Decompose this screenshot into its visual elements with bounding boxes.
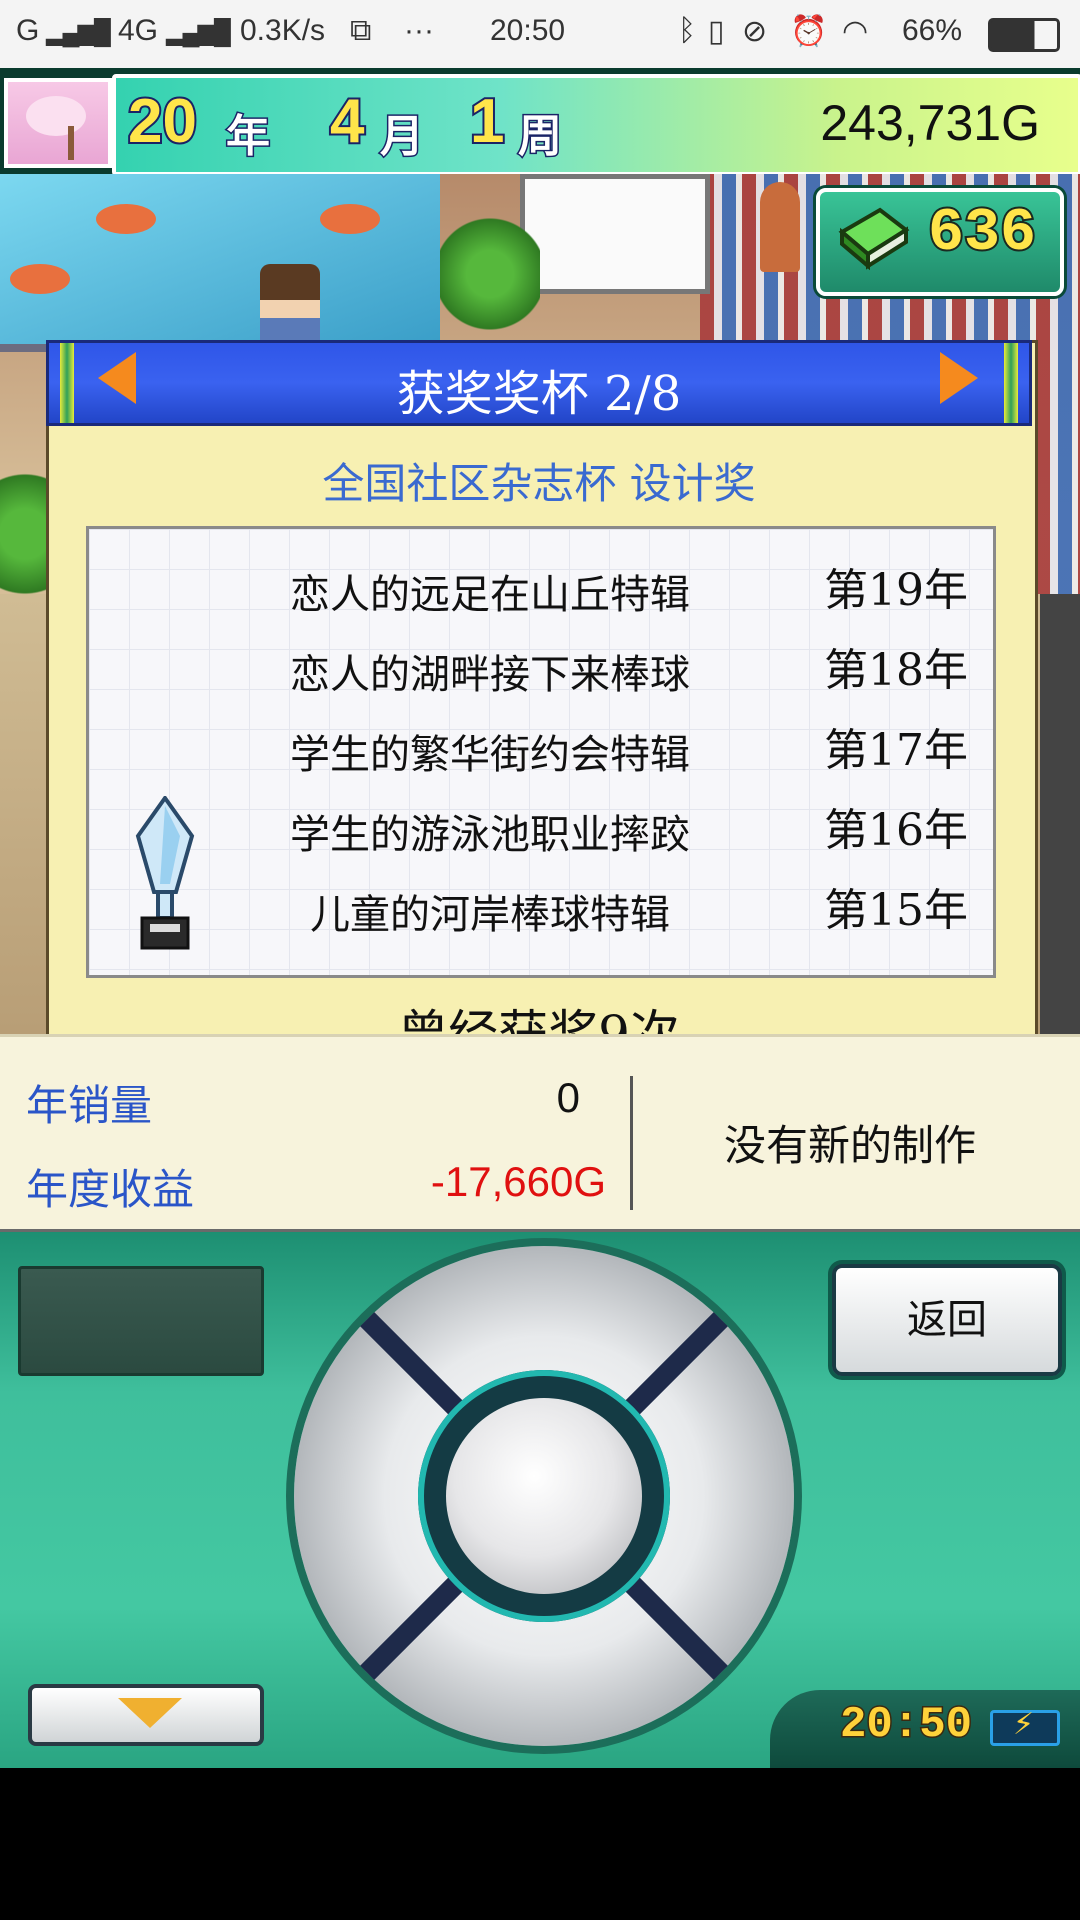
battery-charging-icon: ⚡ xyxy=(990,1707,1060,1746)
award-row-title: 恋人的远足在山丘特辑 xyxy=(290,572,690,618)
side-rail xyxy=(1040,594,1080,1034)
tree-trunk-icon xyxy=(68,126,74,160)
fish-icon xyxy=(96,204,156,234)
award-row-year: 第16年 xyxy=(824,805,968,856)
award-row-title: 儿童的河岸棒球特辑 xyxy=(310,892,670,938)
year-unit: 年 xyxy=(225,110,272,164)
sakura-icon xyxy=(26,96,86,136)
more-dots: ··· xyxy=(404,14,434,47)
screenshot-icon: ⧉ xyxy=(350,14,372,47)
no-new-production: 没有新的制作 xyxy=(723,1121,976,1170)
month-unit: 月 xyxy=(379,110,426,164)
award-row: 学生的繁华街约会特辑 第17年 xyxy=(240,722,990,782)
status-time: 20:50 xyxy=(490,14,566,47)
vibrate-icon: ▯ xyxy=(708,15,725,48)
plant-icon xyxy=(0,454,50,614)
award-row-year: 第17年 xyxy=(824,725,968,776)
carrier-label: G xyxy=(16,14,40,47)
signal-icon-2: ▂▄▆█ xyxy=(166,19,231,46)
whiteboard xyxy=(520,174,710,294)
week-unit: 周 xyxy=(517,110,564,164)
down-arrow-icon xyxy=(118,1698,182,1728)
fish-icon xyxy=(320,204,380,234)
aquarium xyxy=(0,174,440,352)
info-divider xyxy=(630,1076,633,1210)
award-row-title: 学生的游泳池职业摔跤 xyxy=(290,812,690,858)
annual-sales-value: 0 xyxy=(556,1074,580,1121)
net-speed: 0.3K/s xyxy=(240,14,326,47)
game-clock: 20:50 xyxy=(838,1699,973,1752)
annual-sales-label: 年销量 xyxy=(26,1081,153,1130)
battery-icon xyxy=(988,18,1060,52)
fish-icon xyxy=(10,264,70,294)
award-name: 全国社区杂志杯 设计奖 xyxy=(322,459,756,508)
battery-percent: 66% xyxy=(902,14,963,47)
award-row: 恋人的远足在山丘特辑 第19年 xyxy=(240,562,990,622)
plant-icon xyxy=(440,214,540,334)
center-button[interactable] xyxy=(446,1398,642,1594)
alarm-icon: ⏰ xyxy=(790,15,828,48)
month-number: 4 xyxy=(328,85,367,158)
award-row-year: 第15年 xyxy=(824,885,968,936)
award-row: 儿童的河岸棒球特辑 第15年 xyxy=(240,882,990,942)
award-row-title: 学生的繁华街约会特辑 xyxy=(290,732,690,778)
trophy-icon xyxy=(135,796,195,950)
award-row-year: 第18年 xyxy=(824,645,968,696)
clock-icon xyxy=(760,182,800,272)
network-label: 4G xyxy=(118,14,159,47)
mute-icon: ⊘ xyxy=(742,15,768,48)
award-row: 恋人的湖畔接下来棒球 第18年 xyxy=(240,642,990,702)
bluetooth-icon: ᛒ xyxy=(678,14,696,47)
signal-icon: ▂▄▆█ xyxy=(46,19,111,46)
book-count: 636 xyxy=(926,198,1038,270)
year-number: 20 xyxy=(126,85,199,158)
annual-profit-label: 年度收益 xyxy=(26,1165,195,1214)
award-row: 学生的游泳池职业摔跤 第16年 xyxy=(240,802,990,862)
lcd-screen xyxy=(18,1266,264,1376)
status-bar: G ▂▄▆█ 4G ▂▄▆█ 0.3K/s ⧉ ··· 20:50 ᛒ ▯ ⊘ … xyxy=(0,0,1080,68)
award-row-title: 恋人的湖畔接下来棒球 xyxy=(290,652,690,698)
week-number: 1 xyxy=(468,85,507,158)
wifi-icon: ◠ xyxy=(842,15,869,48)
dialog-title: 获奖奖杯 2/8 xyxy=(396,366,682,422)
back-button[interactable]: 返回 xyxy=(832,1264,1062,1376)
book-icon xyxy=(838,207,910,271)
award-row-year: 第19年 xyxy=(824,565,968,616)
lightning-icon: ⚡ xyxy=(1013,1707,1035,1742)
annual-profit-value: -17,660G xyxy=(430,1158,606,1205)
season-icon[interactable] xyxy=(4,78,112,168)
money-display: 243,731G xyxy=(820,95,1040,151)
